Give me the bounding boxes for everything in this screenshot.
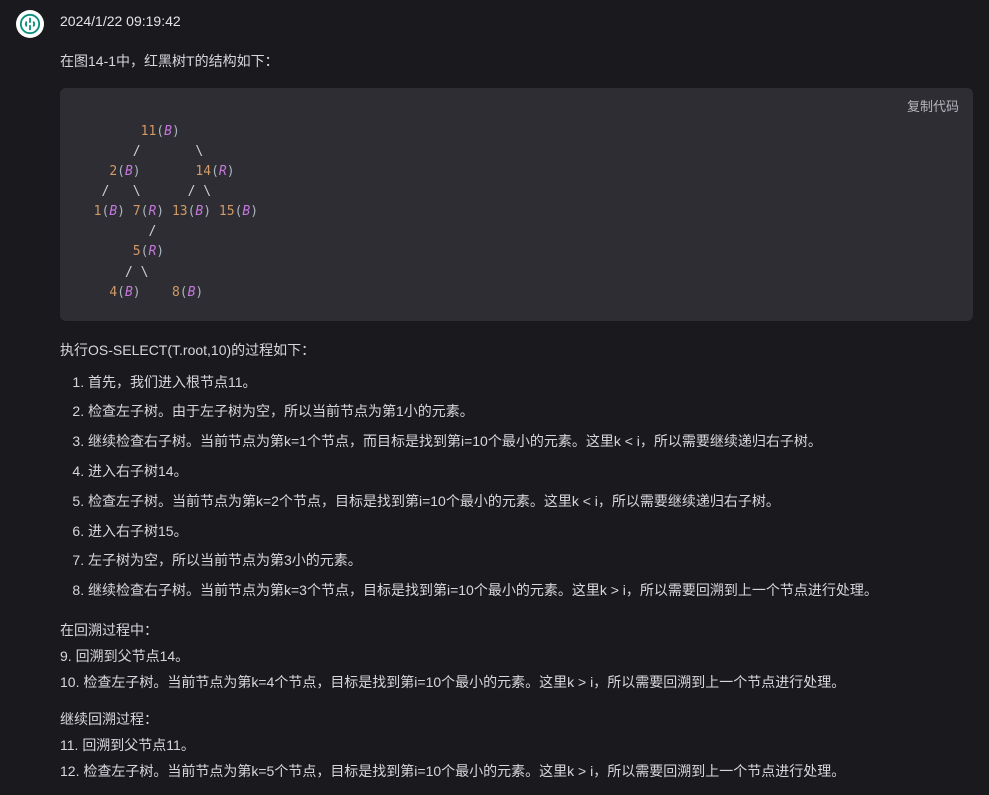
- step-9: 9. 回溯到父节点14。: [60, 645, 973, 669]
- intro-text: 在图14-1中，红黑树T的结构如下：: [60, 50, 973, 74]
- message-content: 2024/1/22 09:19:42 在图14-1中，红黑树T的结构如下： 复制…: [60, 10, 973, 786]
- step-11: 11. 回溯到父节点11。: [60, 734, 973, 758]
- tree-diagram: 11(B) / \ 2(B) 14(R) / \ / \ 1(B) 7(R) 1…: [78, 122, 955, 303]
- backtrack2-title: 继续回溯过程：: [60, 708, 973, 732]
- step-10: 10. 检查左子树。当前节点为第k=4个节点，目标是找到第i=10个最小的元素。…: [60, 671, 973, 695]
- assistant-avatar: [16, 10, 44, 38]
- list-item: 检查左子树。由于左子树为空，所以当前节点为第1小的元素。: [88, 400, 973, 424]
- step-12: 12. 检查左子树。当前节点为第k=5个节点，目标是找到第i=10个最小的元素。…: [60, 760, 973, 784]
- message-timestamp: 2024/1/22 09:19:42: [60, 10, 973, 34]
- list-item: 继续检查右子树。当前节点为第k=1个节点，而目标是找到第i=10个最小的元素。这…: [88, 430, 973, 454]
- backtrack1-title: 在回溯过程中：: [60, 619, 973, 643]
- list-item: 首先，我们进入根节点11。: [88, 371, 973, 395]
- list-item: 左子树为空，所以当前节点为第3小的元素。: [88, 549, 973, 573]
- assistant-avatar-icon: [19, 13, 41, 35]
- assistant-message: 2024/1/22 09:19:42 在图14-1中，红黑树T的结构如下： 复制…: [0, 0, 989, 786]
- copy-code-button[interactable]: 复制代码: [907, 96, 959, 115]
- list-item: 进入右子树15。: [88, 520, 973, 544]
- list-item: 检查左子树。当前节点为第k=2个节点，目标是找到第i=10个最小的元素。这里k …: [88, 490, 973, 514]
- code-block: 复制代码 11(B) / \ 2(B) 14(R) / \ / \ 1(B) 7…: [60, 88, 973, 321]
- list-item: 继续检查右子树。当前节点为第k=3个节点，目标是找到第i=10个最小的元素。这里…: [88, 579, 973, 603]
- exec-title: 执行OS-SELECT(T.root,10)的过程如下：: [60, 339, 973, 363]
- list-item: 进入右子树14。: [88, 460, 973, 484]
- steps-list: 首先，我们进入根节点11。 检查左子树。由于左子树为空，所以当前节点为第1小的元…: [60, 371, 973, 603]
